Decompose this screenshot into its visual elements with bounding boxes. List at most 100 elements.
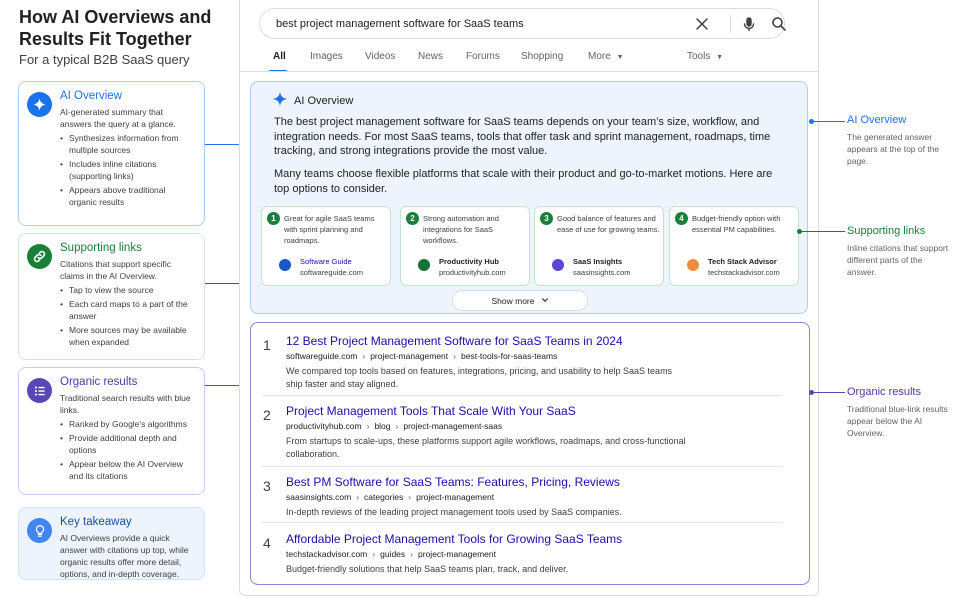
url-separator: › [408, 492, 412, 502]
annotation-description: Inline citations that support different … [847, 243, 949, 277]
search-input[interactable]: best project management software for Saa… [259, 8, 787, 39]
search-divider [730, 15, 731, 33]
citation-card[interactable]: 4 Budget-friendly option with essential … [669, 206, 799, 286]
url-domain: techstackadvisor.com [286, 549, 368, 559]
url-path: project-management-saas [403, 421, 503, 431]
result-url[interactable]: saasinsights.com › categories › project-mana… [286, 492, 494, 502]
tab-news[interactable]: News [418, 51, 443, 62]
legend-bullet: More sources may be available when expan… [60, 324, 194, 348]
tab-more[interactable]: More ▼ [588, 51, 624, 62]
tab-tools-label: Tools [687, 51, 711, 62]
citation-domain: productivityhub.com [439, 268, 506, 277]
connector-dot [809, 119, 814, 124]
result-title-link[interactable]: Affordable Project Management Tools for … [286, 532, 622, 546]
ai-overview-panel: AI Overview The best project management … [250, 81, 808, 314]
citation-card[interactable]: 3 Good balance of features and ease of u… [534, 206, 664, 286]
legend-bullet: Ranked by Google’s algorithms [60, 418, 194, 430]
result-url[interactable]: softwareguide.com › project-management › bes… [286, 351, 557, 361]
url-path: project-management [418, 549, 496, 559]
list-icon [27, 378, 52, 403]
key-takeaway-card: Key takeaway AI Overviews provide a quic… [18, 507, 205, 580]
result-divider [262, 522, 782, 523]
citation-source[interactable]: Tech Stack Advisor [708, 257, 777, 266]
tab-tools[interactable]: Tools ▼ [687, 51, 723, 62]
result-snippet: We compared top tools based on features,… [286, 366, 673, 389]
url-separator: › [362, 351, 366, 361]
legend-card-supporting-links: Supporting links Citations that support … [18, 233, 205, 360]
search-results-page: best project management software for Saa… [239, 0, 819, 596]
search-icon[interactable] [771, 16, 787, 32]
clear-icon[interactable] [694, 16, 710, 32]
chevron-down-icon [541, 296, 549, 306]
legend-bullet: Includes inline citations (supporting li… [60, 158, 194, 182]
url-domain: saasinsights.com [286, 492, 352, 502]
result-url[interactable]: productivityhub.com › blog › project-managem… [286, 421, 502, 431]
key-takeaway-description: AI Overviews provide a quick answer with… [60, 533, 189, 579]
citation-source[interactable]: Software Guide [300, 257, 352, 266]
citation-domain: techstackadvisor.com [708, 268, 780, 277]
legend-card-description: Traditional search results with blue lin… [60, 393, 191, 415]
caret-down-icon: ▼ [616, 54, 624, 61]
citation-number: 2 [406, 212, 419, 225]
legend-card-description: AI-generated summary that answers the qu… [60, 107, 176, 129]
tab-shopping[interactable]: Shopping [521, 51, 563, 62]
url-path: project-management [416, 492, 495, 502]
legend-bullet: Appear below the AI Overview and its cit… [60, 458, 194, 482]
citation-text: Good balance of features and ease of use… [557, 214, 660, 234]
source-favicon-icon [552, 259, 564, 271]
legend-bullet: Each card maps to a part of the answer [60, 298, 194, 322]
legend-card-title: Organic results [60, 376, 138, 388]
microphone-icon[interactable] [741, 16, 757, 32]
annotation-ai-overview: AI Overview The generated answer appears… [847, 114, 952, 167]
result-title-link[interactable]: 12 Best Project Management Software for … [286, 334, 623, 348]
citation-source[interactable]: Productivity Hub [439, 257, 499, 266]
url-path: blog [374, 421, 391, 431]
key-takeaway-title: Key takeaway [60, 516, 132, 528]
tab-more-label: More [588, 51, 611, 62]
annotation-description: Traditional blue-link results appear bel… [847, 404, 948, 438]
legend-card-title: AI Overview [60, 90, 122, 102]
tab-forums[interactable]: Forums [466, 51, 500, 62]
caret-down-icon: ▼ [716, 54, 724, 61]
connector-ai-overview-right [812, 121, 845, 122]
url-path: categories [364, 492, 404, 502]
url-path: project-management [370, 351, 449, 361]
search-query[interactable]: best project management software for Saa… [276, 18, 524, 30]
tabs-divider [240, 71, 818, 72]
link-icon [27, 244, 52, 269]
result-snippet: In-depth reviews of the leading project … [286, 507, 622, 517]
result-snippet: Budget-friendly solutions that help SaaS… [286, 564, 569, 574]
tab-videos[interactable]: Videos [365, 51, 395, 62]
citation-card[interactable]: 1 Great for agile SaaS teams with sprint… [261, 206, 391, 286]
show-more-button[interactable]: Show more [452, 290, 588, 311]
url-separator: › [356, 492, 360, 502]
citation-domain: softwareguide.com [300, 268, 363, 277]
tab-images[interactable]: Images [310, 51, 343, 62]
citation-text: Great for agile SaaS teams with sprint p… [284, 214, 375, 245]
result-title-link[interactable]: Project Management Tools That Scale With… [286, 404, 576, 418]
citation-number: 3 [540, 212, 553, 225]
citation-source[interactable]: SaaS Insights [573, 257, 622, 266]
result-rank: 1 [263, 337, 271, 353]
tab-all[interactable]: All [273, 51, 286, 62]
legend-card-title: Supporting links [60, 242, 142, 254]
legend-card-ai-overview: AI Overview AI-generated summary that an… [18, 81, 205, 226]
annotation-title: AI Overview [847, 114, 907, 126]
annotation-title: Supporting links [847, 225, 926, 237]
result-url[interactable]: techstackadvisor.com › guides › project-mana… [286, 549, 496, 559]
legend-card-organic-results: Organic results Traditional search resul… [18, 367, 205, 495]
annotation-supporting-links: Supporting links Inline citations that s… [847, 225, 952, 278]
url-domain: softwareguide.com [286, 351, 358, 361]
url-separator: › [395, 421, 399, 431]
citation-number: 4 [675, 212, 688, 225]
source-favicon-icon [687, 259, 699, 271]
result-rank: 4 [263, 535, 271, 551]
result-rank: 2 [263, 407, 271, 423]
page-subtitle: For a typical B2B SaaS query [19, 52, 190, 67]
ai-overview-paragraph: The best project management software for… [274, 116, 771, 157]
legend-bullet: Provide additional depth and options [60, 432, 194, 456]
annotation-description: The generated answer appears at the top … [847, 132, 940, 166]
citation-card[interactable]: 2 Strong automation and integrations for… [400, 206, 530, 286]
result-title-link[interactable]: Best PM Software for SaaS Teams: Feature… [286, 475, 620, 489]
connector-dot [797, 229, 802, 234]
